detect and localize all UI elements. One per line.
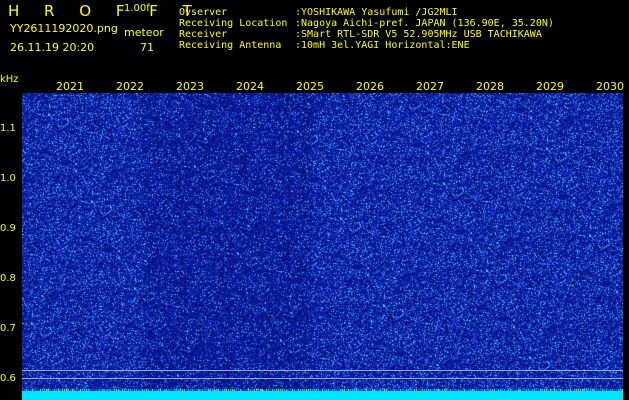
x-label-2026: 2026 bbox=[355, 80, 385, 93]
reference-line-upper bbox=[22, 370, 623, 371]
spectrogram-plot: kHz 2021 2022 2023 2024 2025 2026 2027 2028 2029… bbox=[0, 74, 629, 400]
file-name: YY2611192020.png bbox=[10, 22, 118, 35]
y-tick-0.8: 0.8 bbox=[0, 273, 16, 284]
x-label-2029: 2029 bbox=[535, 80, 565, 93]
info-values: :YOSHIKAWA Yasufumi /JG2MLI :Nagoya Aich… bbox=[295, 7, 554, 51]
y-tick-1.1: 1.1 bbox=[0, 123, 16, 134]
x-label-2030: 2030 bbox=[595, 80, 625, 93]
info-labels: Ovserver Receiving Location Receiver Rec… bbox=[179, 7, 288, 51]
x-label-2024: 2024 bbox=[235, 80, 265, 93]
reference-line-lower bbox=[22, 378, 623, 379]
x-label-2028: 2028 bbox=[475, 80, 505, 93]
app-title: H R O F F T bbox=[8, 2, 202, 20]
x-label-2027: 2027 bbox=[415, 80, 445, 93]
y-tick-0.7: 0.7 bbox=[0, 323, 16, 334]
y-tick-1.0: 1.0 bbox=[0, 173, 16, 184]
x-label-2021: 2021 bbox=[55, 80, 85, 93]
waterfall-canvas bbox=[22, 93, 623, 397]
y-tick-0.6: 0.6 bbox=[0, 373, 16, 384]
y-tick-0.9: 0.9 bbox=[0, 223, 16, 234]
x-label-2025: 2025 bbox=[295, 80, 325, 93]
detection-count: 71 bbox=[140, 41, 154, 54]
x-label-2023: 2023 bbox=[175, 80, 205, 93]
y-axis-unit: kHz bbox=[0, 74, 19, 85]
signal-strip bbox=[22, 391, 623, 400]
mode-label: meteor bbox=[124, 26, 164, 39]
x-label-2022: 2022 bbox=[115, 80, 145, 93]
datetime: 26.11.19 20:20 bbox=[10, 41, 95, 54]
app-version: 1.00f bbox=[124, 3, 150, 14]
